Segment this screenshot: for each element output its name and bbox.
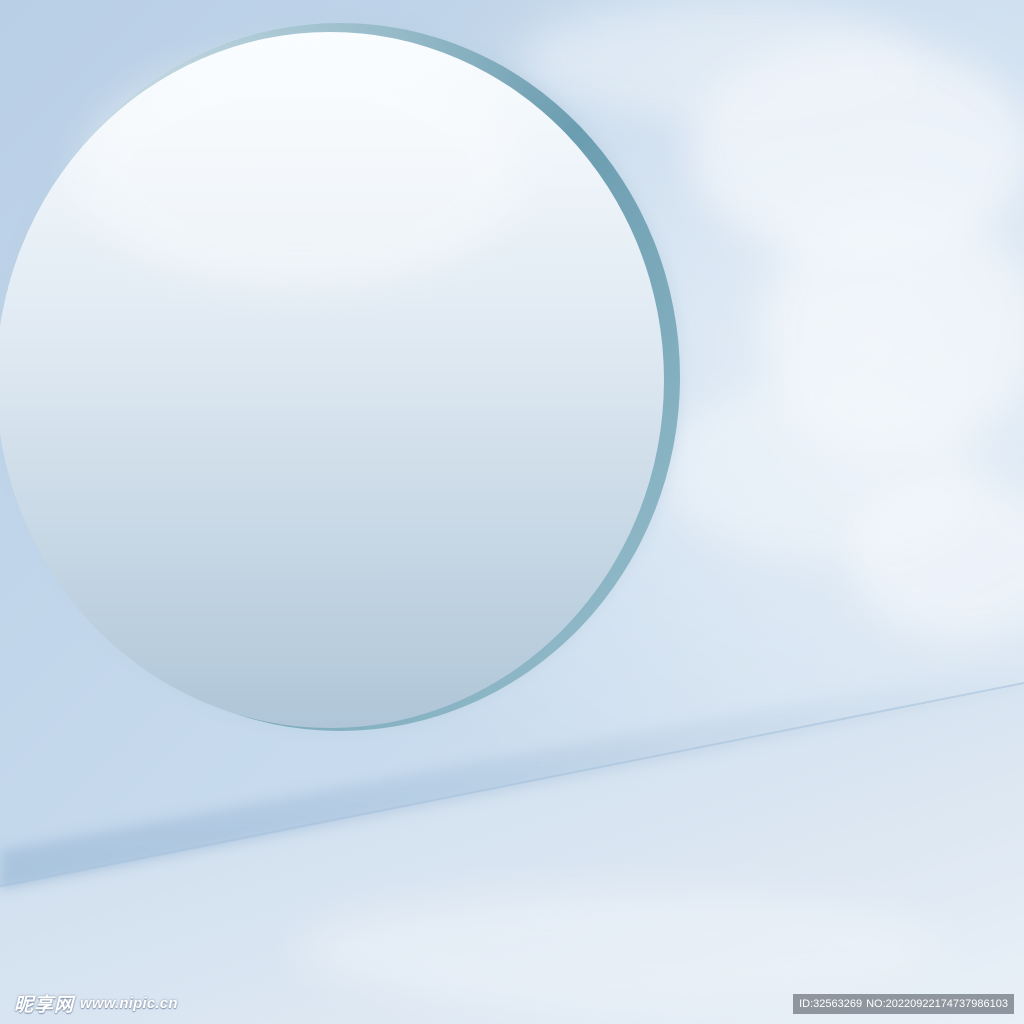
watermark-id: ID:32563269 (799, 998, 863, 1010)
watermark-url: www.nipic.cn (80, 994, 178, 1012)
watermark-logo-text: 昵享网 (14, 993, 75, 1016)
backdrop (0, 0, 1024, 1024)
scene: 昵享网 www.nipic.cn ID:32563269 NO:202209221… (0, 0, 1024, 1024)
watermark-no: NO:20220922174737986103 (866, 998, 1008, 1010)
watermark-logo: 昵享网 www.nipic.cn (14, 990, 178, 1016)
watermark-id-bar: ID:32563269 NO:20220922174737986103 (793, 994, 1014, 1014)
circle-window (0, 18, 682, 732)
